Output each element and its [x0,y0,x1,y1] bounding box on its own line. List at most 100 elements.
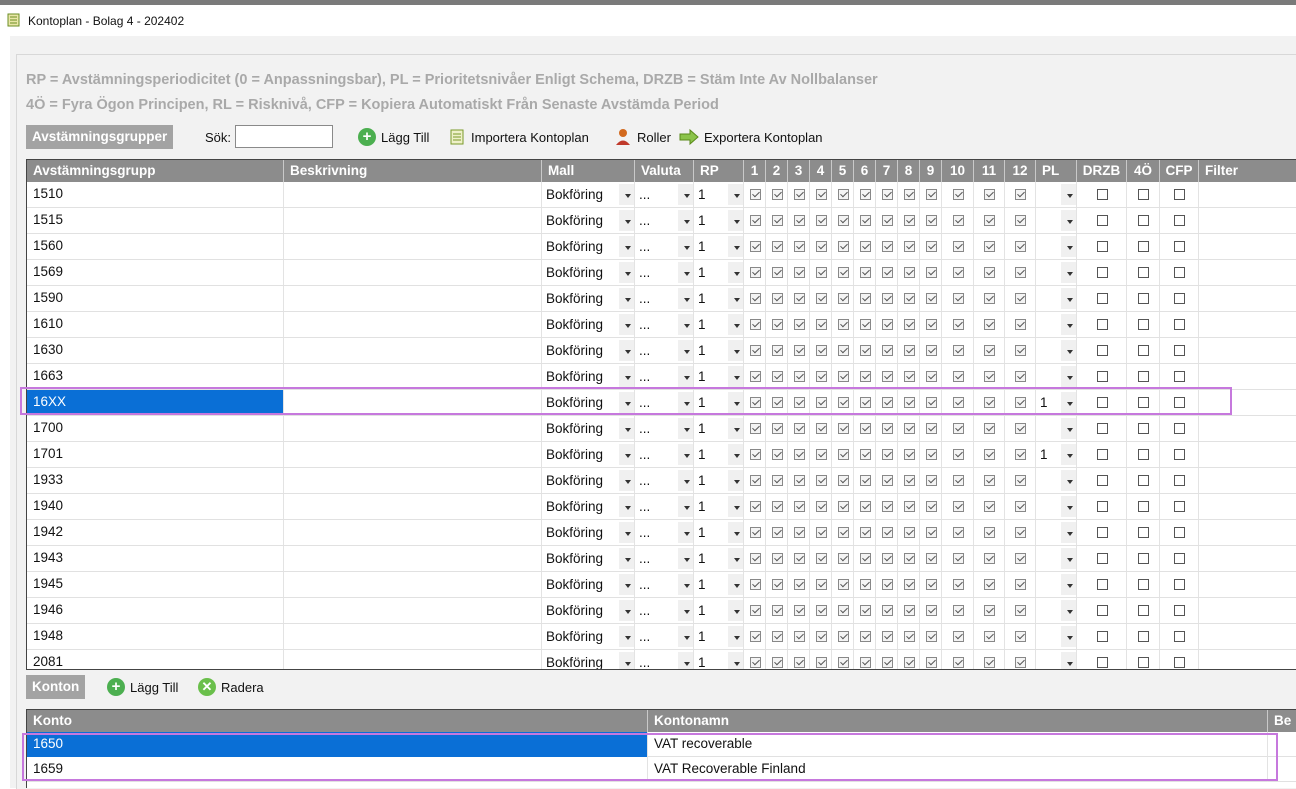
cell-filter[interactable] [1199,364,1296,389]
period-6-checkbox[interactable] [860,475,871,486]
four-eyes-checkbox[interactable] [1138,423,1149,434]
pl-select[interactable] [1036,260,1077,285]
period-7-checkbox[interactable] [882,527,893,538]
currency-select[interactable]: ... [635,364,694,389]
period-2-checkbox[interactable] [772,319,783,330]
period-3-checkbox[interactable] [794,371,805,382]
period-12-checkbox[interactable] [1015,371,1026,382]
cell-filter[interactable] [1199,182,1296,207]
period-4-checkbox[interactable] [816,423,827,434]
period-11-checkbox[interactable] [984,423,995,434]
period-3-checkbox[interactable] [794,319,805,330]
cfp-checkbox[interactable] [1174,657,1185,668]
period-4-checkbox[interactable] [816,449,827,460]
cfp-checkbox[interactable] [1174,293,1185,304]
period-5-checkbox[interactable] [838,241,849,252]
cell-filter[interactable] [1199,650,1296,669]
table-row[interactable]: 1942 Bokföring... 1 [27,520,1296,546]
header-description[interactable]: Beskrivning [284,160,542,182]
dropdown-button[interactable] [1061,392,1076,413]
period-2-checkbox[interactable] [772,579,783,590]
period-12-checkbox[interactable] [1015,241,1026,252]
header-rp[interactable]: RP [694,160,744,182]
period-8-checkbox[interactable] [904,527,915,538]
rp-select[interactable]: 1 [694,416,744,441]
period-3-checkbox[interactable] [794,449,805,460]
period-11-checkbox[interactable] [984,553,995,564]
period-4-checkbox[interactable] [816,345,827,356]
drzb-checkbox[interactable] [1097,215,1108,226]
currency-select[interactable]: ... [635,234,694,259]
dropdown-button[interactable] [728,314,743,335]
header-period-2[interactable]: 2 [766,160,788,182]
currency-select[interactable]: ... [635,442,694,467]
drzb-checkbox[interactable] [1097,345,1108,356]
cell-account[interactable]: 1650 [27,732,648,757]
drzb-checkbox[interactable] [1097,475,1108,486]
header-account[interactable]: Konto [27,710,648,732]
period-2-checkbox[interactable] [772,371,783,382]
cell-group[interactable]: 1933 [27,468,284,493]
pl-select[interactable] [1036,624,1077,649]
period-8-checkbox[interactable] [904,579,915,590]
period-8-checkbox[interactable] [904,631,915,642]
period-5-checkbox[interactable] [838,189,849,200]
cell-description[interactable] [284,468,542,493]
period-12-checkbox[interactable] [1015,189,1026,200]
dropdown-button[interactable] [1061,522,1076,543]
dropdown-button[interactable] [728,340,743,361]
cell-filter[interactable] [1199,312,1296,337]
period-6-checkbox[interactable] [860,527,871,538]
period-3-checkbox[interactable] [794,423,805,434]
currency-select[interactable]: ... [635,468,694,493]
pl-select[interactable] [1036,494,1077,519]
period-10-checkbox[interactable] [953,527,964,538]
four-eyes-checkbox[interactable] [1138,579,1149,590]
four-eyes-checkbox[interactable] [1138,267,1149,278]
pl-select[interactable] [1036,598,1077,623]
period-5-checkbox[interactable] [838,371,849,382]
period-1-checkbox[interactable] [750,501,761,512]
cell-filter[interactable] [1199,520,1296,545]
cfp-checkbox[interactable] [1174,423,1185,434]
period-1-checkbox[interactable] [750,371,761,382]
period-10-checkbox[interactable] [953,215,964,226]
drzb-checkbox[interactable] [1097,189,1108,200]
cell-description[interactable] [284,338,542,363]
dropdown-button[interactable] [1061,288,1076,309]
period-8-checkbox[interactable] [904,293,915,304]
period-10-checkbox[interactable] [953,267,964,278]
header-extra[interactable]: Be [1268,710,1296,732]
period-11-checkbox[interactable] [984,189,995,200]
period-2-checkbox[interactable] [772,293,783,304]
currency-select[interactable]: ... [635,260,694,285]
period-1-checkbox[interactable] [750,605,761,616]
add-account-button[interactable]: + Lägg Till [107,678,178,696]
dropdown-button[interactable] [678,652,693,669]
period-4-checkbox[interactable] [816,527,827,538]
rp-select[interactable]: 1 [694,260,744,285]
template-select[interactable]: Bokföring [542,442,635,467]
period-10-checkbox[interactable] [953,605,964,616]
dropdown-button[interactable] [619,236,634,257]
drzb-checkbox[interactable] [1097,449,1108,460]
table-row[interactable]: 1610 Bokföring... 1 [27,312,1296,338]
period-7-checkbox[interactable] [882,345,893,356]
dropdown-button[interactable] [1061,626,1076,647]
period-10-checkbox[interactable] [953,553,964,564]
cell-description[interactable] [284,494,542,519]
cfp-checkbox[interactable] [1174,553,1185,564]
period-6-checkbox[interactable] [860,449,871,460]
period-11-checkbox[interactable] [984,579,995,590]
drzb-checkbox[interactable] [1097,553,1108,564]
period-2-checkbox[interactable] [772,397,783,408]
currency-select[interactable]: ... [635,416,694,441]
dropdown-button[interactable] [1061,600,1076,621]
period-3-checkbox[interactable] [794,345,805,356]
template-select[interactable]: Bokföring [542,416,635,441]
period-9-checkbox[interactable] [926,189,937,200]
pl-select[interactable] [1036,416,1077,441]
period-9-checkbox[interactable] [926,605,937,616]
period-1-checkbox[interactable] [750,631,761,642]
cell-filter[interactable] [1199,546,1296,571]
